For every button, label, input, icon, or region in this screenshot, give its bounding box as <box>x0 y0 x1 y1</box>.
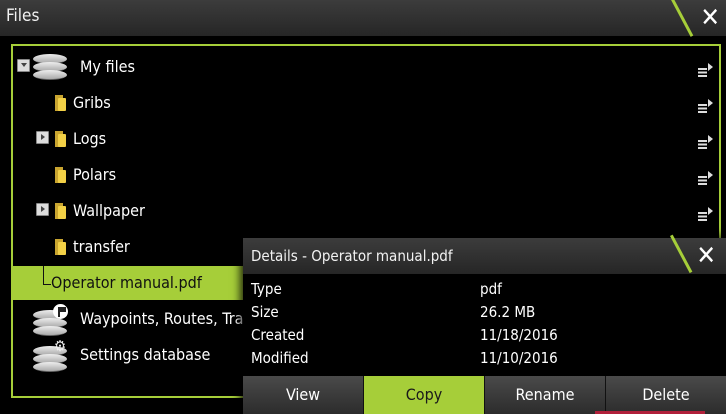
tree-connector <box>43 266 44 284</box>
tree-item-label: My files <box>80 57 135 76</box>
item-menu-icon[interactable] <box>698 98 713 117</box>
tree-item-wallpaper[interactable]: Wallpaper <box>13 194 719 228</box>
tree-item-label: Waypoints, Routes, Track <box>80 309 260 328</box>
title-accent-slash <box>670 0 694 37</box>
settings-database-icon: ⚙ <box>33 337 67 372</box>
detail-key-created: Created <box>251 326 305 344</box>
item-menu-icon[interactable] <box>698 62 713 81</box>
tree-item-label: Gribs <box>73 93 111 112</box>
item-menu-icon[interactable] <box>698 170 713 189</box>
details-dialog: Details - Operator manual.pdf ✕ Type pdf… <box>243 234 726 414</box>
tree-item-gribs[interactable]: Gribs <box>13 86 719 120</box>
tree-item-polars[interactable]: Polars <box>13 158 719 192</box>
tree-item-label: Polars <box>73 165 117 184</box>
tree-connector <box>43 284 51 285</box>
copy-button[interactable]: Copy <box>364 376 485 414</box>
detail-key-size: Size <box>251 303 279 321</box>
detail-value-created: 11/18/2016 <box>480 326 558 344</box>
close-icon[interactable]: ✕ <box>696 238 716 274</box>
rename-button[interactable]: Rename <box>485 376 606 414</box>
tree-item-my-files[interactable]: My files <box>13 50 719 84</box>
title-accent-slash <box>670 234 693 274</box>
detail-value-size: 26.2 MB <box>480 303 536 321</box>
expand-toggle[interactable] <box>36 131 49 144</box>
waypoints-database-icon <box>33 304 68 336</box>
detail-key-modified: Modified <box>251 349 309 367</box>
folder-icon <box>55 167 66 183</box>
tree-item-label: transfer <box>73 237 130 256</box>
window-title: Files <box>6 6 40 26</box>
collapse-toggle[interactable] <box>17 59 30 72</box>
dialog-button-bar: View Copy Rename Delete <box>243 376 726 414</box>
files-title-bar: Files ✕ <box>0 0 726 37</box>
detail-value-modified: 11/10/2016 <box>480 349 558 367</box>
folder-icon <box>55 239 66 255</box>
expand-toggle[interactable] <box>36 203 49 216</box>
view-button[interactable]: View <box>243 376 364 414</box>
item-menu-icon[interactable] <box>698 206 713 225</box>
storage-icon <box>33 52 67 82</box>
tree-item-logs[interactable]: Logs <box>13 122 719 156</box>
item-menu-icon[interactable] <box>698 134 713 153</box>
tree-item-label: Settings database <box>80 345 211 364</box>
detail-key-type: Type <box>251 280 282 298</box>
folder-icon <box>55 95 66 111</box>
tree-item-label: Wallpaper <box>73 201 145 220</box>
tree-item-label: Operator manual.pdf <box>51 273 202 292</box>
delete-button[interactable]: Delete <box>606 376 726 414</box>
gear-icon: ⚙ <box>54 337 67 355</box>
folder-icon <box>55 203 66 219</box>
close-icon[interactable]: ✕ <box>700 0 720 36</box>
flag-icon <box>53 304 68 319</box>
tree-item-label: Logs <box>73 129 107 148</box>
detail-value-type: pdf <box>480 280 502 298</box>
dialog-title-bar: Details - Operator manual.pdf ✕ <box>243 234 726 274</box>
folder-icon <box>55 131 66 147</box>
dialog-title: Details - Operator manual.pdf <box>251 247 453 265</box>
